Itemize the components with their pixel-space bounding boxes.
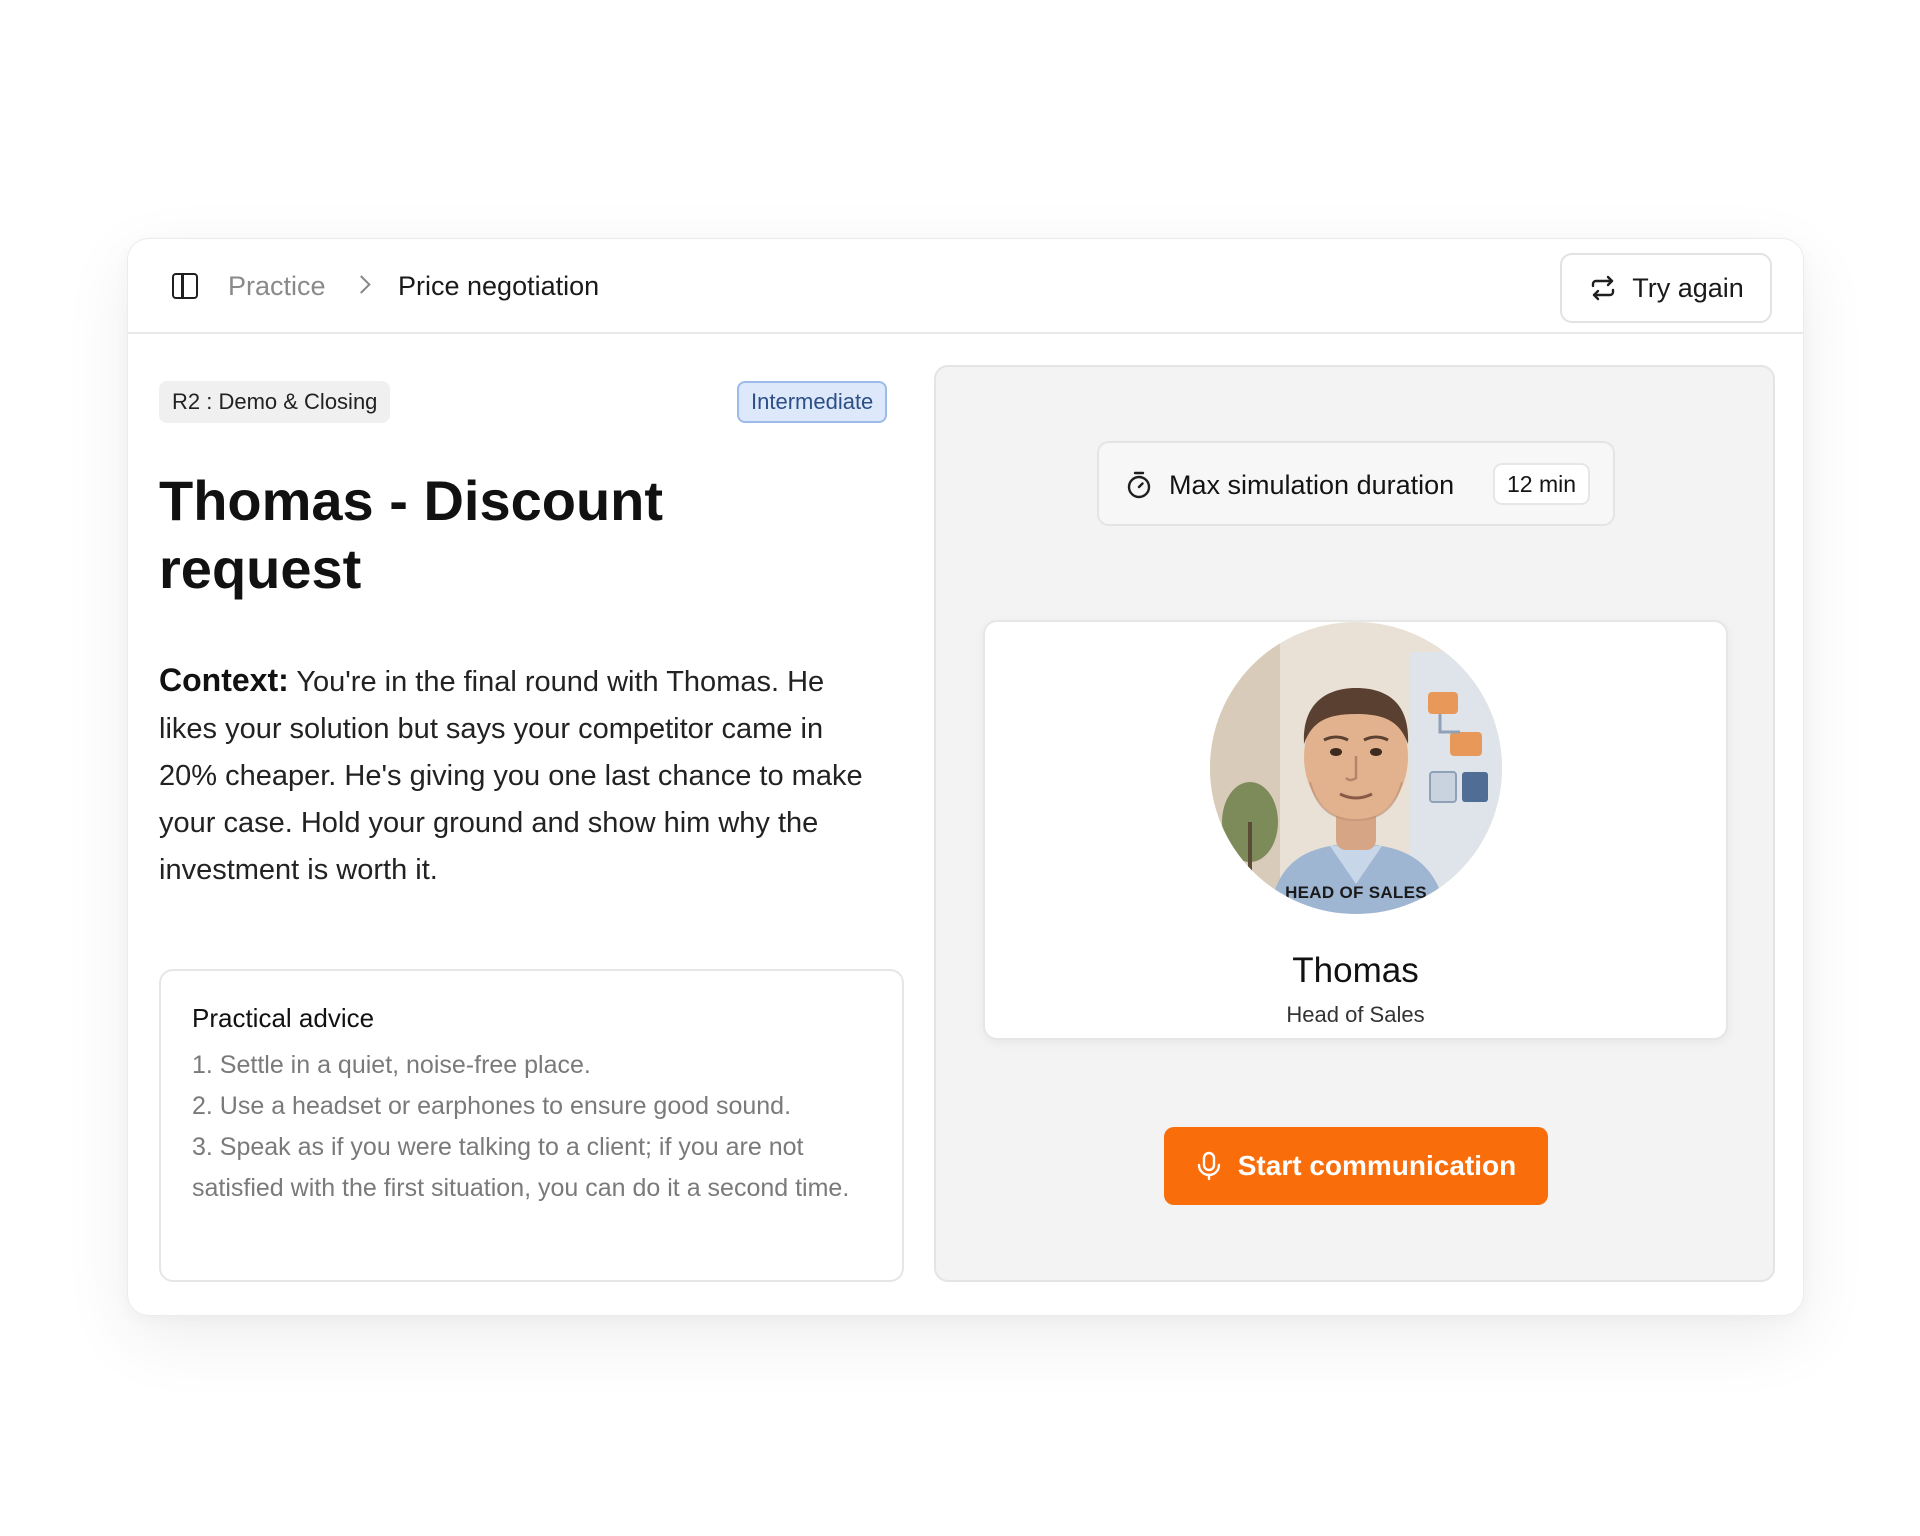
microphone-icon [1197, 1151, 1220, 1181]
advice-item: 2. Use a headset or earphones to ensure … [192, 1092, 792, 1120]
top-bar: Practice Price negotiation Try again [128, 239, 1803, 334]
scenario-context: Context: You're in the final round with … [159, 657, 889, 894]
chevron-right-icon [352, 275, 371, 294]
context-label: Context: [159, 662, 289, 698]
persona-name: Thomas [1292, 951, 1419, 990]
practical-advice-box: Practical advice 1. Settle in a quiet, n… [159, 969, 904, 1282]
advice-heading: Practical advice [192, 1003, 375, 1033]
context-text: You're in the final round with Thomas. H… [159, 666, 863, 886]
simulation-panel: Max simulation duration 12 min HEAD OF S… [934, 365, 1775, 1282]
duration-value: 12 min [1493, 463, 1591, 505]
avatar-caption: HEAD OF SALES [1285, 883, 1427, 902]
timer-icon [1127, 471, 1151, 499]
avatar: HEAD OF SALES [1210, 622, 1502, 914]
practice-card: Practice Price negotiation Try again R2 … [127, 238, 1804, 1316]
start-communication-button[interactable]: Start communication [1164, 1127, 1548, 1205]
difficulty-badge: Intermediate [737, 381, 888, 423]
breadcrumb-practice[interactable]: Practice [228, 270, 326, 302]
advice-item: 1. Settle in a quiet, noise-free place. [192, 1051, 591, 1079]
try-again-label: Try again [1632, 272, 1744, 303]
avatar-portrait [1210, 622, 1502, 914]
round-tag: R2 : Demo & Closing [159, 381, 391, 423]
persona-card: HEAD OF SALES Thomas Head of Sales [983, 620, 1728, 1040]
duration-label: Max simulation duration [1169, 470, 1455, 500]
duration-pill: Max simulation duration 12 min [1097, 441, 1615, 526]
advice-item: 3. Speak as if you were talking to a cli… [192, 1133, 850, 1202]
repeat-icon [1592, 275, 1615, 301]
start-communication-label: Start communication [1237, 1150, 1517, 1181]
scenario-title: Thomas - Discount request [159, 469, 664, 600]
sidebar-toggle-icon[interactable] [172, 273, 198, 299]
persona-role: Head of Sales [1286, 1002, 1425, 1027]
breadcrumb-current: Price negotiation [398, 271, 600, 301]
try-again-button[interactable]: Try again [1560, 253, 1772, 323]
